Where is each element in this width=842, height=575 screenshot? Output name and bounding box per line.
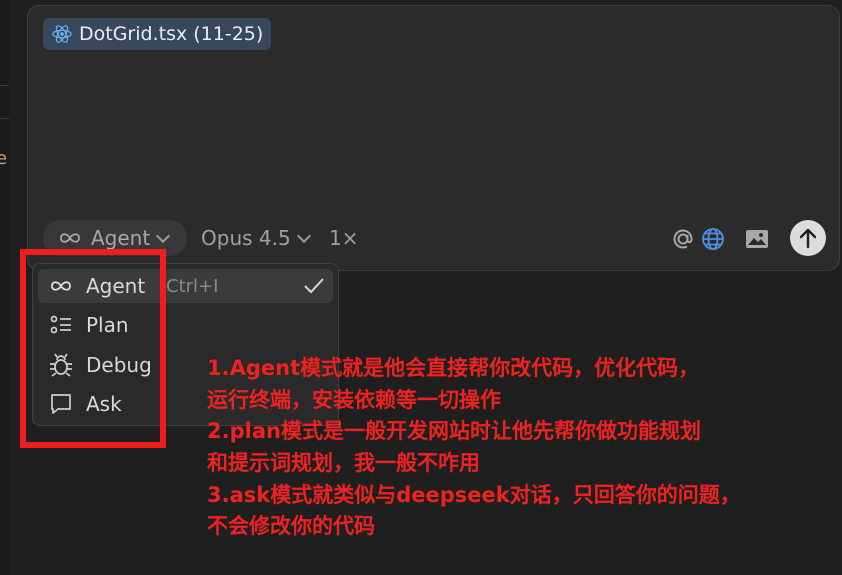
speed-multiplier[interactable]: 1× [329,226,358,250]
mode-selector-label: Agent [91,226,151,250]
checkmark-icon [304,278,324,294]
annotation-line: 和提示词规划，我一般不咋用 [207,451,480,476]
send-button[interactable] [790,220,826,256]
model-label: Opus 4.5 [201,226,291,250]
annotation-line: 2.plan模式是一般开发网站时让他先帮你做功能规划 [207,419,701,444]
edge-text: e [0,148,8,169]
infinity-icon [60,233,80,243]
annotation-line: 3.ask模式就类似与deepseek对话，只回答你的问题， [207,482,741,507]
image-icon[interactable] [744,226,770,252]
annotation-text: 1.Agent模式就是他会直接帮你改代码，优化代码， 运行终端，安装依赖等一切操… [207,353,837,543]
context-file-label: DotGrid.tsx (11-25) [79,23,264,45]
chevron-down-icon [156,228,171,243]
globe-icon[interactable] [700,226,726,252]
annotation-line: 运行终端，安装依赖等一切操作 [207,387,501,412]
annotation-line: 1.Agent模式就是他会直接帮你改代码，优化代码， [207,356,700,380]
at-icon[interactable] [670,226,696,252]
context-file-chip[interactable]: DotGrid.tsx (11-25) [43,18,272,50]
editor-left-edge: e [0,0,10,575]
model-selector[interactable]: Opus 4.5 [201,226,311,250]
annotation-highlight-box [20,249,166,448]
chevron-down-icon [296,228,311,243]
annotation-line: 不会修改你的代码 [207,514,375,539]
shortcut-hint: Ctrl+I [166,275,219,297]
chat-composer[interactable]: DotGrid.tsx (11-25) Agent Opus 4.5 1× [27,5,840,271]
edge-divider [0,85,9,86]
react-icon [52,25,72,43]
send-arrow-icon [799,228,817,249]
edge-divider [0,118,9,119]
